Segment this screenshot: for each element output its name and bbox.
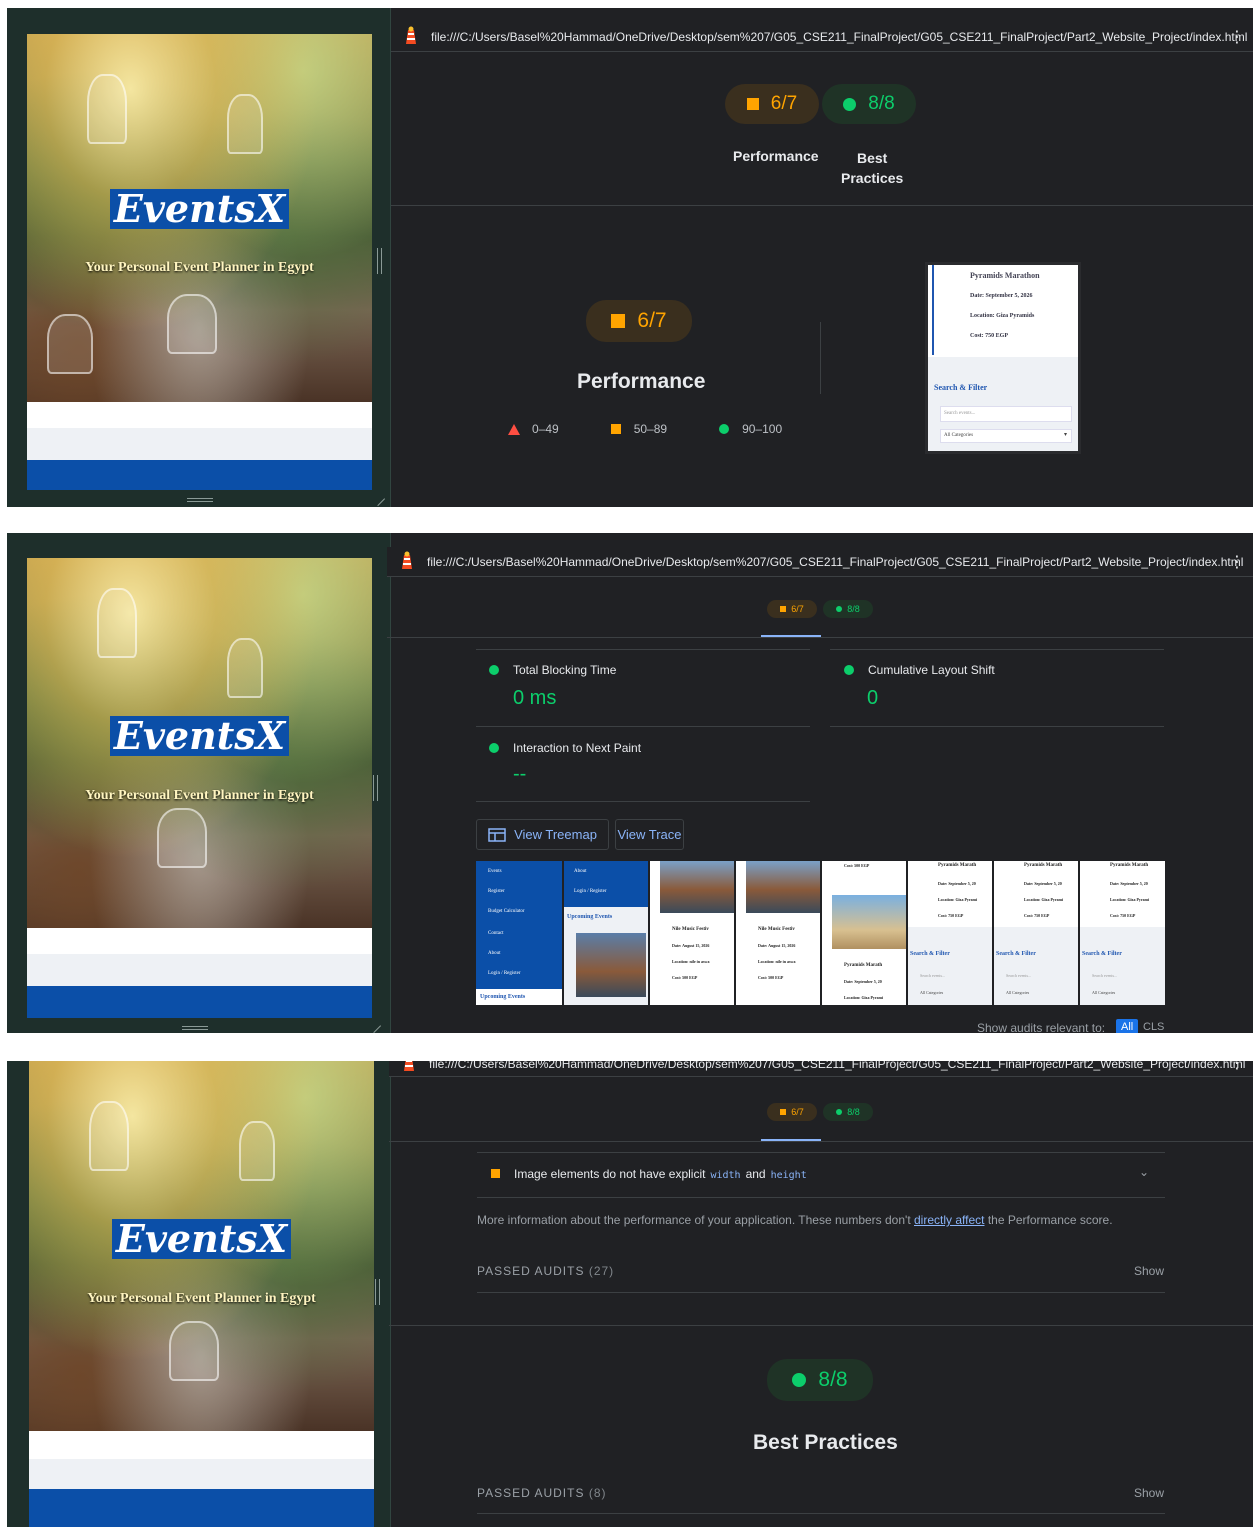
score-legend: 0–49 50–89 90–100 (508, 422, 782, 436)
lighthouse-panel-overview: EventsX Your Personal Event Planner in E… (7, 8, 1253, 507)
audit-filter-cls[interactable]: CLS (1143, 1021, 1164, 1033)
resize-handle-vertical[interactable] (377, 248, 382, 274)
filmstrip-frame-8[interactable]: Pyramids Marath Date: September 5, 20 Lo… (1080, 861, 1165, 1005)
filmstrip-frame-2[interactable]: About Login / Register Upcoming Events (564, 861, 650, 1005)
resize-handle-vertical[interactable] (373, 775, 378, 801)
average-square-icon (780, 606, 787, 612)
best-practices-gauge: 8/8 (767, 1359, 873, 1401)
performance-score-pill[interactable]: 6/7 (725, 84, 819, 124)
metric-cumulative-layout-shift: Cumulative Layout Shift (844, 663, 995, 677)
pass-dot-icon (836, 606, 843, 612)
pass-dot-icon (836, 1109, 843, 1115)
show-passed-best-practices-button[interactable]: Show (1134, 1486, 1164, 1500)
best-practices-score-pill-small[interactable]: 8/8 (823, 600, 873, 618)
passed-audits-best-practices[interactable]: PASSED AUDITS (8) (477, 1486, 607, 1500)
filmstrip-frame-7[interactable]: Pyramids Marath Date: September 5, 20 Lo… (994, 861, 1080, 1005)
metric-tbt-value: 0 ms (513, 687, 557, 709)
lighthouse-icon (401, 1061, 417, 1073)
device-preview-pane: EventsX Your Personal Event Planner in E… (7, 8, 391, 507)
pass-dot-icon (719, 424, 730, 434)
device-preview: EventsX Your Personal Event Planner in E… (27, 34, 372, 490)
average-square-icon (610, 424, 621, 434)
best-practices-score-pill-small[interactable]: 8/8 (823, 1103, 873, 1121)
pass-dot-icon (792, 1373, 807, 1387)
passed-audits-performance[interactable]: PASSED AUDITS (27) (477, 1264, 614, 1278)
lighthouse-panel-metrics: EventsX Your Personal Event Planner in E… (7, 533, 1253, 1033)
brand-title: EventsX (27, 189, 372, 229)
performance-info-text: More information about the performance o… (477, 1213, 1113, 1227)
page-url: file:///C:/Users/Basel%20Hammad/OneDrive… (429, 1061, 1246, 1071)
average-square-icon (780, 1109, 787, 1115)
filmstrip-frame-4[interactable]: Nile Music Festiv Date: August 15, 2026 … (736, 861, 822, 1005)
average-square-icon (491, 1169, 500, 1178)
filmstrip-frame-1[interactable]: Events Register Budget Calculator Contac… (476, 861, 564, 1005)
page-url: file:///C:/Users/Basel%20Hammad/OneDrive… (427, 555, 1244, 569)
treemap-icon (488, 827, 506, 842)
brand-title: EventsX (29, 1219, 374, 1259)
performance-score-pill-small[interactable]: 6/7 (767, 1103, 817, 1121)
performance-category-label[interactable]: Performance (733, 148, 819, 164)
more-menu-icon[interactable]: ⋮ (1229, 27, 1245, 47)
fail-triangle-icon (508, 423, 520, 435)
devtools-pane: file:///C:/Users/Basel%20Hammad/OneDrive… (387, 533, 1253, 1033)
best-practices-score-pill[interactable]: 8/8 (822, 84, 916, 124)
pass-dot-icon (489, 665, 499, 675)
metric-interaction-to-next-paint: Interaction to Next Paint (489, 741, 641, 755)
metric-inp-value: -- (513, 763, 527, 785)
resize-corner-handle[interactable] (370, 491, 386, 507)
best-practices-heading: Best Practices (753, 1431, 898, 1454)
best-practices-category-label[interactable]: Best Practices (841, 148, 903, 188)
show-passed-performance-button[interactable]: Show (1134, 1264, 1164, 1278)
chevron-down-icon[interactable]: ⌄ (1139, 1165, 1149, 1179)
average-square-icon (611, 314, 626, 328)
performance-score-pill-small[interactable]: 6/7 (767, 600, 817, 618)
metric-total-blocking-time: Total Blocking Time (489, 663, 616, 677)
device-preview-pane: EventsX Your Personal Event Planner in E… (7, 1061, 391, 1527)
device-preview-pane: EventsX Your Personal Event Planner in E… (7, 533, 391, 1033)
audit-unsized-images[interactable]: Image elements do not have explicit widt… (491, 1167, 807, 1181)
brand-title: EventsX (27, 716, 372, 756)
final-screenshot-thumbnail[interactable]: Pyramids Marathon Date: September 5, 202… (925, 262, 1081, 454)
resize-handle-horizontal[interactable] (187, 498, 213, 502)
brand-tagline: Your Personal Event Planner in Egypt (85, 260, 314, 275)
lighthouse-icon (399, 551, 415, 571)
audit-filter-all[interactable]: All (1116, 1019, 1139, 1033)
performance-heading: Performance (577, 370, 706, 393)
filmstrip-frame-6[interactable]: Pyramids Marath Date: September 5, 20 Lo… (908, 861, 994, 1005)
lighthouse-panel-audits: EventsX Your Personal Event Planner in E… (7, 1061, 1253, 1527)
more-menu-icon[interactable]: ⋮ (1229, 552, 1245, 572)
devtools-pane: file:///C:/Users/Basel%20Hammad/OneDrive… (391, 8, 1253, 507)
device-preview: EventsX Your Personal Event Planner in E… (29, 1061, 374, 1527)
page-url: file:///C:/Users/Basel%20Hammad/OneDrive… (431, 30, 1248, 44)
pass-dot-icon (844, 665, 854, 675)
more-menu-icon[interactable]: ⋮ (1229, 1061, 1245, 1073)
view-trace-button[interactable]: View Trace (615, 819, 684, 850)
performance-gauge: 6/7 (586, 300, 692, 342)
resize-handle-horizontal[interactable] (182, 1026, 208, 1030)
resize-handle-vertical[interactable] (375, 1279, 380, 1305)
url-bar: file:///C:/Users/Basel%20Hammad/OneDrive… (387, 547, 1253, 577)
brand-tagline: Your Personal Event Planner in Egypt (85, 788, 314, 803)
pass-dot-icon (489, 743, 499, 753)
metric-cls-value: 0 (867, 687, 879, 709)
average-square-icon (746, 98, 759, 110)
audit-filter-label: Show audits relevant to: (977, 1021, 1106, 1033)
url-bar: file:///C:/Users/Basel%20Hammad/OneDrive… (389, 1061, 1253, 1077)
directly-affect-link[interactable]: directly affect (914, 1213, 984, 1227)
lighthouse-icon (403, 26, 419, 46)
resize-corner-handle[interactable] (366, 1018, 382, 1033)
devtools-pane: file:///C:/Users/Basel%20Hammad/OneDrive… (389, 1061, 1253, 1527)
device-preview: EventsX Your Personal Event Planner in E… (27, 558, 372, 1018)
filmstrip-frame-5[interactable]: Cost: 500 EGP Pyramids Marath Date: Sept… (822, 861, 908, 1005)
url-bar: file:///C:/Users/Basel%20Hammad/OneDrive… (391, 22, 1253, 52)
brand-tagline: Your Personal Event Planner in Egypt (87, 1291, 316, 1306)
view-treemap-button[interactable]: View Treemap (476, 819, 609, 850)
filmstrip-frame-3[interactable]: Nile Music Festiv Date: August 15, 2026 … (650, 861, 736, 1005)
filmstrip[interactable]: Events Register Budget Calculator Contac… (476, 861, 1165, 1005)
pass-dot-icon (843, 97, 857, 111)
